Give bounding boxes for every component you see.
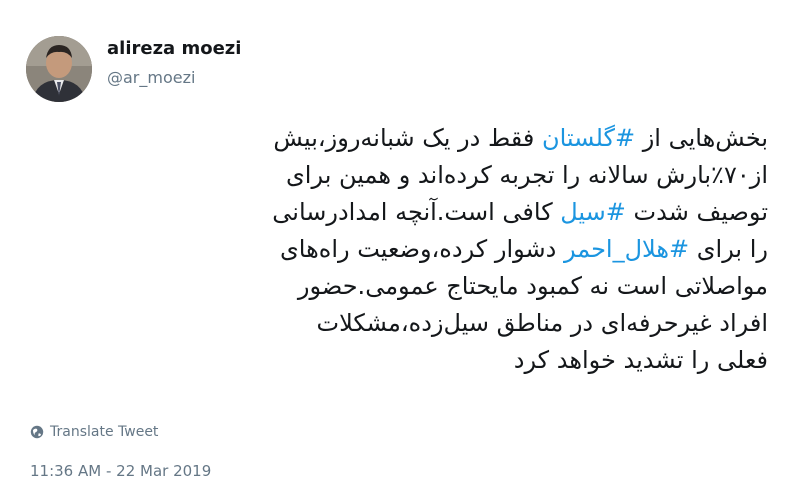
tweet-line: توصیف شدت #سیل کافی است.آنچه امدادرسانی: [28, 194, 768, 231]
tweet-text-segment: فقط در یک شبانه‌روز،بیش: [273, 124, 542, 152]
tweet-text-segment: فعلی را تشدید خواهد کرد: [513, 346, 768, 374]
avatar-image: [26, 36, 92, 102]
tweet-text-segment: از۷۰٪بارش سالانه را تجربه کرده‌اند و همی…: [286, 161, 768, 189]
avatar[interactable]: [26, 36, 92, 102]
author-handle[interactable]: @ar_moezi: [107, 68, 195, 87]
tweet-line: را برای #هلال_احمر دشوار کرده،وضعیت راه‌…: [28, 231, 768, 268]
tweet-line: افراد غیرحرفه‌ای در مناطق سیل‌زده،مشکلات: [28, 305, 768, 342]
tweet-line: مواصلاتی است نه کمبود مایحتاج عمومی.حضور: [28, 268, 768, 305]
author-name[interactable]: alireza moezi: [107, 38, 241, 59]
hashtag-link[interactable]: #هلال_احمر: [564, 235, 689, 263]
globe-icon: [30, 425, 44, 439]
tweet-line: بخش‌هایی از #گلستان فقط در یک شبانه‌روز،…: [28, 120, 768, 157]
hashtag-link[interactable]: #گلستان: [542, 124, 635, 152]
tweet-text-segment: کافی است.آنچه امدادرسانی: [272, 198, 561, 226]
tweet-text-segment: مواصلاتی است نه کمبود مایحتاج عمومی.حضور: [297, 272, 768, 300]
translate-tweet-label: Translate Tweet: [50, 424, 159, 440]
tweet-text-segment: توصیف شدت: [625, 198, 768, 226]
translate-tweet-link[interactable]: Translate Tweet: [30, 424, 158, 440]
tweet-line: فعلی را تشدید خواهد کرد: [28, 342, 768, 379]
tweet-text: بخش‌هایی از #گلستان فقط در یک شبانه‌روز،…: [28, 120, 768, 379]
tweet-timestamp[interactable]: 11:36 AM - 22 Mar 2019: [30, 462, 211, 480]
tweet-line: از۷۰٪بارش سالانه را تجربه کرده‌اند و همی…: [28, 157, 768, 194]
tweet-text-segment: را برای: [689, 235, 768, 263]
tweet-text-segment: بخش‌هایی از: [635, 124, 768, 152]
tweet-text-segment: افراد غیرحرفه‌ای در مناطق سیل‌زده،مشکلات: [316, 309, 768, 337]
hashtag-link[interactable]: #سیل: [560, 198, 626, 226]
tweet-text-segment: دشوار کرده،وضعیت راه‌های: [279, 235, 564, 263]
